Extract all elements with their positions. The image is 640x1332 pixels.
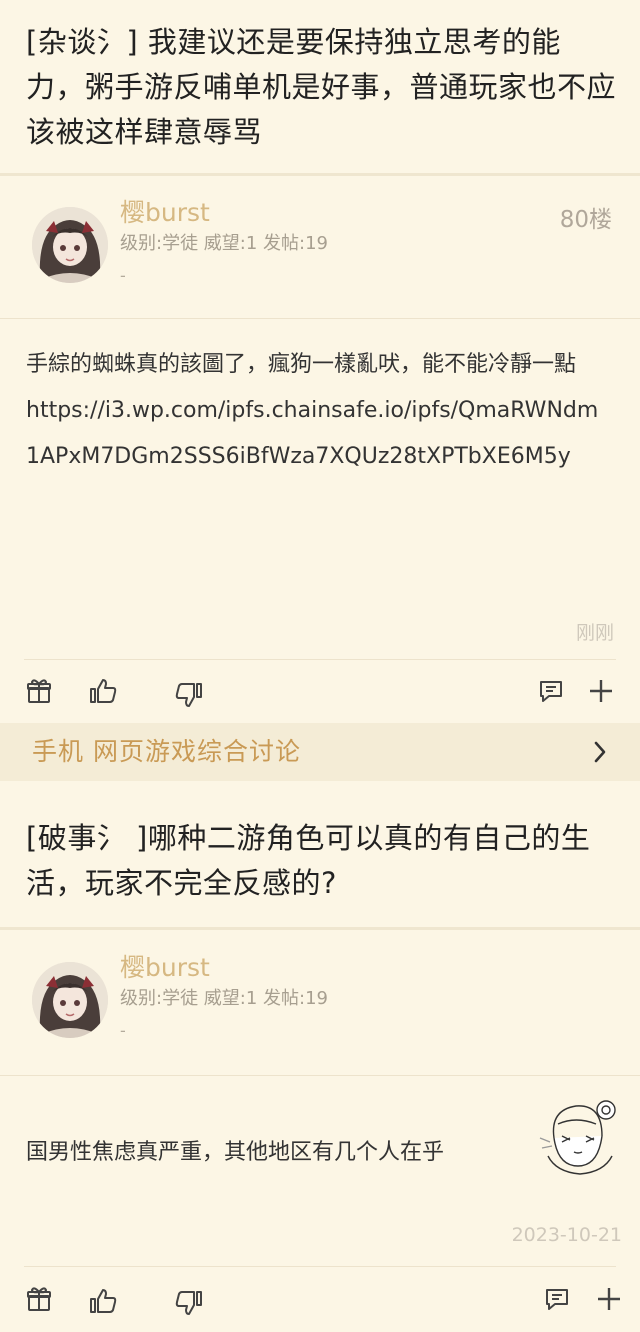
divider <box>24 659 616 660</box>
sticker-image <box>536 1096 622 1176</box>
avatar[interactable] <box>32 207 108 283</box>
username[interactable]: 樱burst <box>120 953 210 983</box>
post-content: 手綜的蜘蛛真的該圖了，瘋狗一樣亂吠，能不能冷靜一點 https://i3.wp.… <box>26 342 610 480</box>
user-info: 级别:学徒 威望:1 发帖:19 <box>120 233 328 254</box>
thumbs-up-icon[interactable] <box>88 1286 118 1316</box>
plus-icon[interactable] <box>586 676 616 706</box>
divider <box>0 1075 640 1076</box>
post-text: 国男性焦虑真严重，其他地区有几个人在乎 <box>26 1140 445 1165</box>
comment-icon[interactable] <box>542 1284 572 1314</box>
divider <box>24 1266 616 1267</box>
floor-number: 80楼 <box>559 207 612 233</box>
thread-title[interactable]: [破事氵 ]哪种二游角色可以真的有自己的生活，玩家不完全反感的? <box>26 816 616 906</box>
avatar[interactable] <box>32 962 108 1038</box>
chevron-right-icon[interactable] <box>588 737 612 767</box>
divider <box>0 927 640 930</box>
forum-link[interactable]: 手机 网页游戏综合讨论 <box>0 723 640 781</box>
comment-icon[interactable] <box>536 676 566 706</box>
plus-icon[interactable] <box>594 1284 624 1314</box>
gift-icon[interactable] <box>24 676 54 706</box>
post-time: 刚刚 <box>575 622 614 644</box>
thumbs-down-icon[interactable] <box>174 1288 204 1318</box>
post-link[interactable]: https://i3.wp.com/ipfs.chainsafe.io/ipfs… <box>26 388 610 480</box>
forum-name[interactable]: 手机 网页游戏综合讨论 <box>32 735 301 769</box>
thumbs-down-icon[interactable] <box>174 680 204 710</box>
user-info: 级别:学徒 威望:1 发帖:19 <box>120 988 328 1009</box>
post-text: 手綜的蜘蛛真的該圖了，瘋狗一樣亂吠，能不能冷靜一點 <box>26 352 577 377</box>
user-signature: - <box>120 266 126 285</box>
divider <box>0 173 640 176</box>
gift-icon[interactable] <box>24 1284 54 1314</box>
divider <box>0 318 640 319</box>
user-signature: - <box>120 1021 126 1040</box>
post-time: 2023-10-21 <box>511 1224 622 1246</box>
thread-title[interactable]: [杂谈氵] 我建议还是要保持独立思考的能力，粥手游反哺单机是好事，普通玩家也不应… <box>26 20 616 155</box>
thumbs-up-icon[interactable] <box>88 676 118 706</box>
username[interactable]: 樱burst <box>120 198 210 228</box>
